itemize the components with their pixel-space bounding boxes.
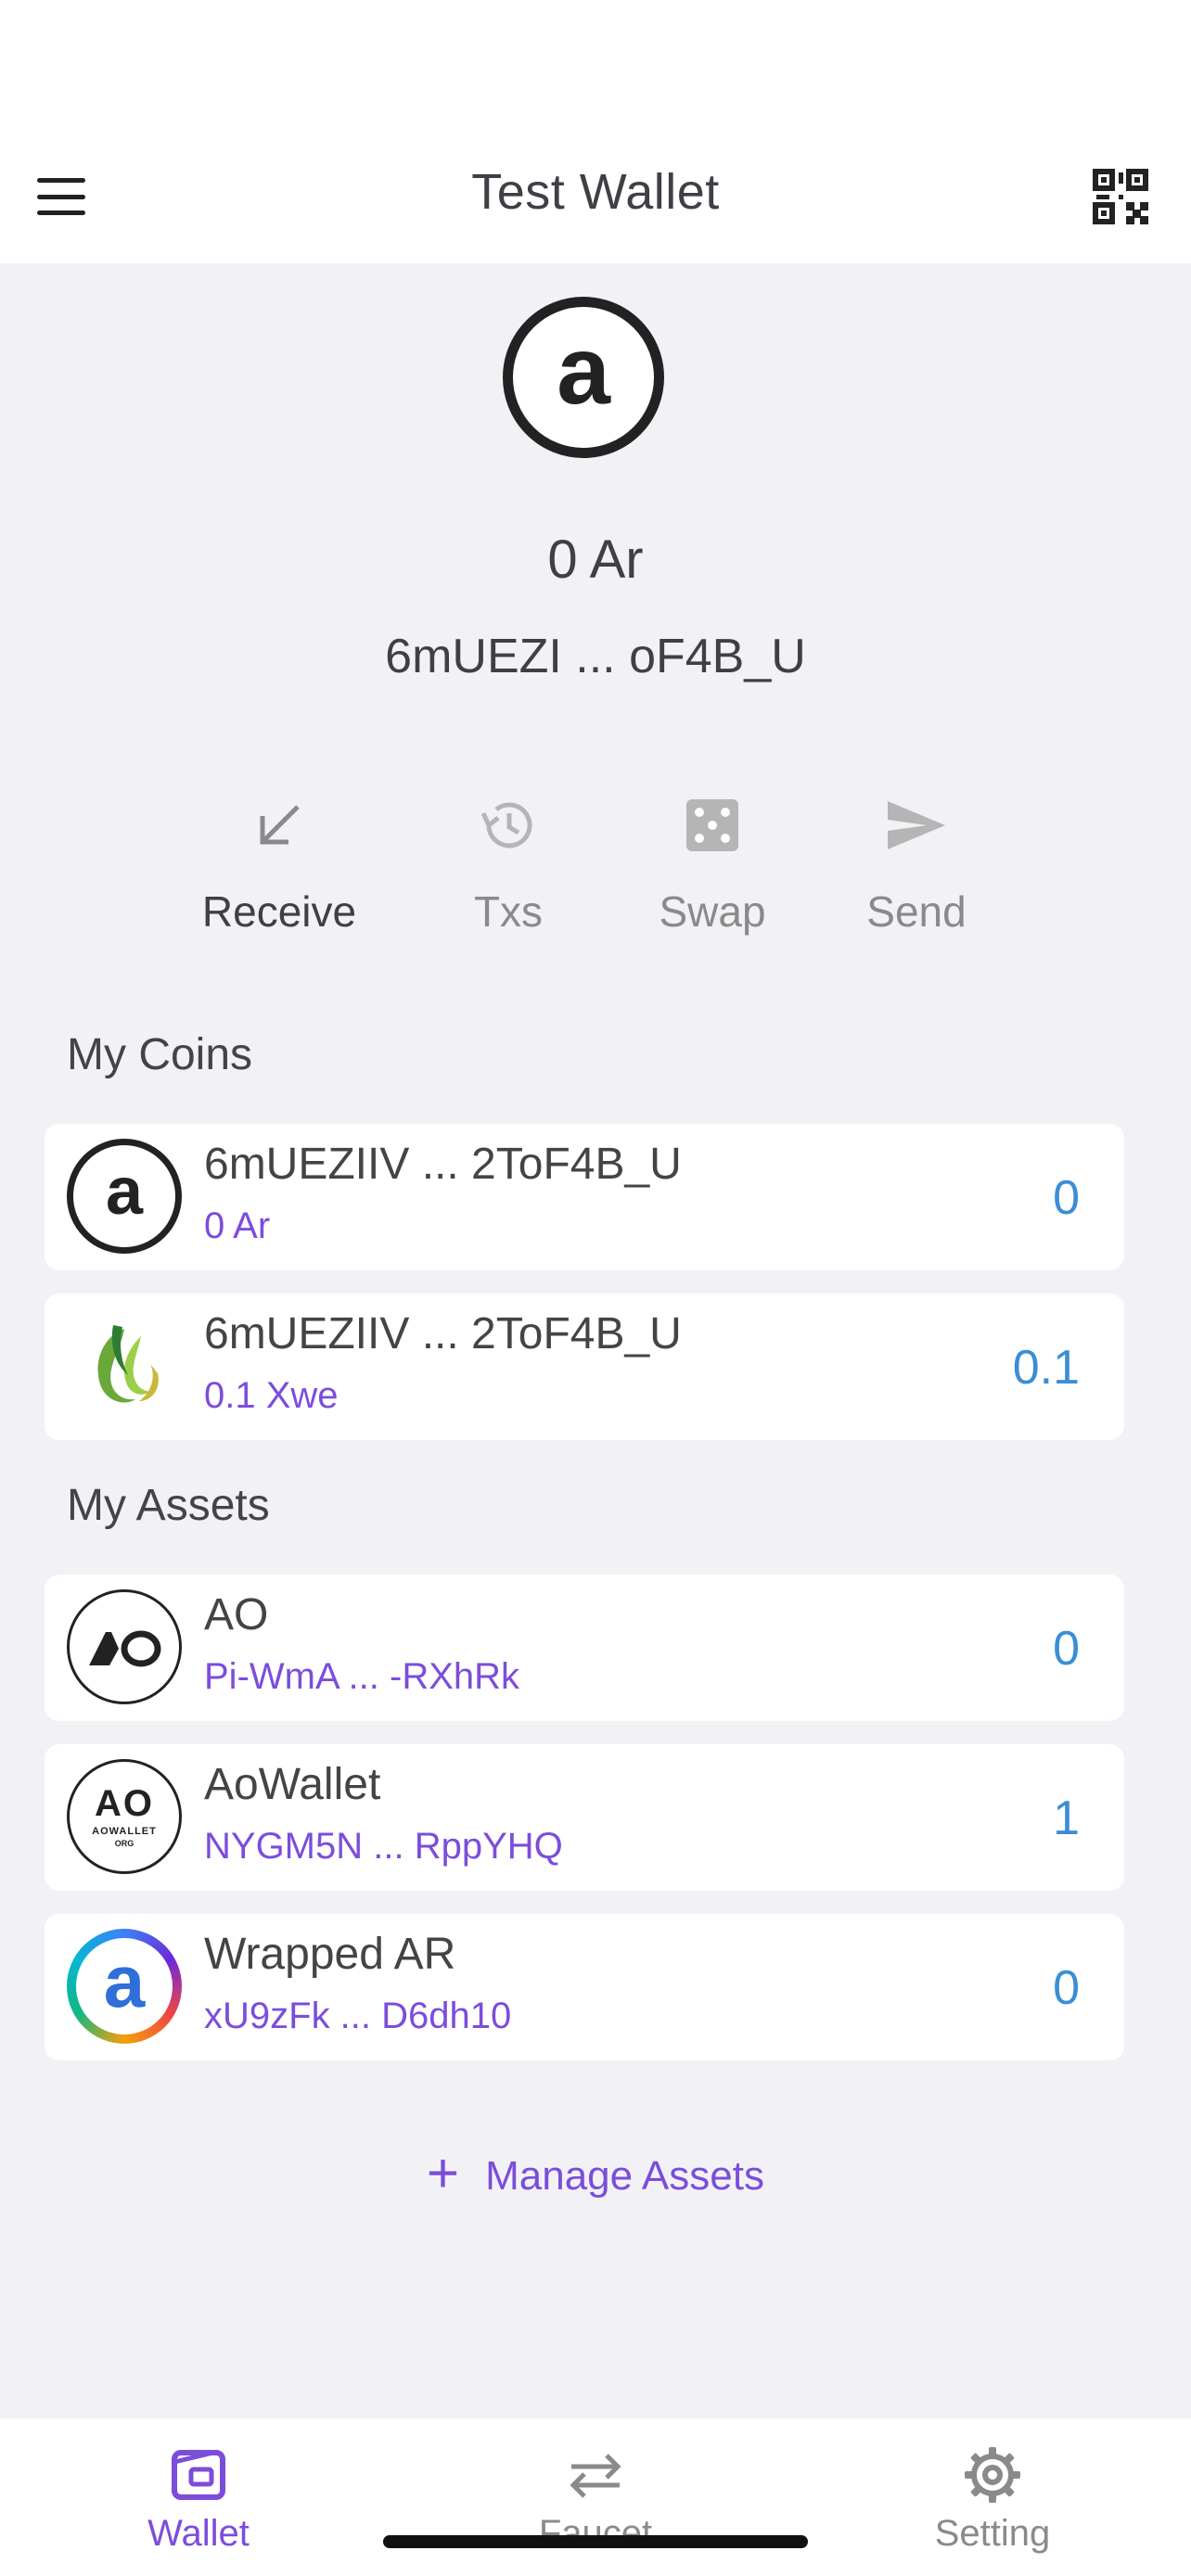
- txs-button[interactable]: Txs: [416, 788, 601, 937]
- coin-balance: 0 Ar: [204, 1205, 271, 1246]
- wallet-icon: [96, 2442, 301, 2507]
- home-indicator[interactable]: [383, 2535, 808, 2548]
- coin-balance: 0.1 Xwe: [204, 1375, 339, 1416]
- asset-process-id: NYGM5N ... RppYHQ: [204, 1826, 563, 1867]
- coin-card-xwe[interactable]: 6mUEZIIV ... 2ToF4B_U 0.1 Xwe 0.1: [45, 1294, 1124, 1440]
- manage-assets-label: Manage Assets: [485, 2153, 764, 2199]
- my-coins-heading: My Coins: [67, 1030, 253, 1079]
- tab-setting[interactable]: Setting: [890, 2442, 1095, 2555]
- coin-name: 6mUEZIIV ... 2ToF4B_U: [204, 1309, 682, 1358]
- send-icon: [824, 788, 1009, 862]
- coin-name: 6mUEZIIV ... 2ToF4B_U: [204, 1140, 682, 1189]
- asset-process-id: xU9zFk ... D6dh10: [204, 1996, 512, 2036]
- asset-card-wrapped-ar[interactable]: a Wrapped AR xU9zFk ... D6dh10 0: [45, 1914, 1124, 2060]
- swap-button[interactable]: Swap: [620, 788, 805, 937]
- tab-wallet-label: Wallet: [147, 2513, 250, 2554]
- plus-icon: +: [427, 2142, 460, 2204]
- wrapped-ar-icon: a: [67, 1929, 182, 2044]
- aowallet-logo-icon: AO AOWALLET ORG: [67, 1759, 182, 1874]
- receive-button[interactable]: Receive: [186, 788, 372, 937]
- asset-process-id: Pi-WmA ... -RXhRk: [204, 1656, 520, 1697]
- ao-token-icon: [67, 1589, 182, 1704]
- txs-label: Txs: [473, 887, 544, 936]
- wallet-address[interactable]: 6mUEZI ... oF4B_U: [0, 629, 1191, 684]
- page-title: Test Wallet: [471, 164, 720, 220]
- asset-name: AoWallet: [204, 1760, 381, 1809]
- asset-card-ao[interactable]: AO Pi-WmA ... -RXhRk 0: [45, 1575, 1124, 1721]
- tab-setting-label: Setting: [934, 2513, 1051, 2554]
- coin-amount: 0.1: [1012, 1341, 1080, 1395]
- history-icon: [416, 788, 601, 862]
- bottom-tab-bar: Wallet Faucet Setting: [0, 2418, 1191, 2576]
- receive-label: Receive: [201, 887, 357, 936]
- asset-name: AO: [204, 1590, 269, 1639]
- asset-amount: 0: [1053, 1961, 1080, 2015]
- coin-amount: 0: [1053, 1171, 1080, 1225]
- tab-wallet[interactable]: Wallet: [96, 2442, 301, 2555]
- arrows-exchange-icon: [493, 2442, 698, 2507]
- arrow-down-left-icon: [186, 788, 372, 862]
- send-button[interactable]: Send: [824, 788, 1009, 937]
- wallet-balance: 0 Ar: [547, 529, 644, 590]
- my-assets-heading: My Assets: [67, 1481, 270, 1530]
- asset-amount: 1: [1053, 1792, 1080, 1845]
- gear-icon: [890, 2442, 1095, 2507]
- top-header: Test Wallet: [0, 0, 1191, 263]
- xwe-leaf-icon: [67, 1308, 182, 1423]
- arweave-token-icon: a: [67, 1139, 182, 1254]
- qr-code-icon[interactable]: [1093, 169, 1148, 224]
- tab-faucet-label: Faucet: [538, 2513, 653, 2554]
- wallet-screen: Test Wallet a 0 Ar 6mUEZI ... oF4B_U Rec…: [0, 0, 1191, 2576]
- asset-card-aowallet[interactable]: AO AOWALLET ORG AoWallet NYGM5N ... RppY…: [45, 1744, 1124, 1891]
- arweave-logo: a: [503, 297, 664, 458]
- asset-amount: 0: [1053, 1622, 1080, 1676]
- dice-icon: [620, 788, 805, 862]
- swap-label: Swap: [659, 887, 766, 936]
- asset-name: Wrapped AR: [204, 1930, 456, 1979]
- manage-assets-button[interactable]: + Manage Assets: [0, 2146, 1191, 2201]
- coin-card-ar[interactable]: a 6mUEZIIV ... 2ToF4B_U 0 Ar 0: [45, 1124, 1124, 1270]
- send-label: Send: [866, 887, 967, 936]
